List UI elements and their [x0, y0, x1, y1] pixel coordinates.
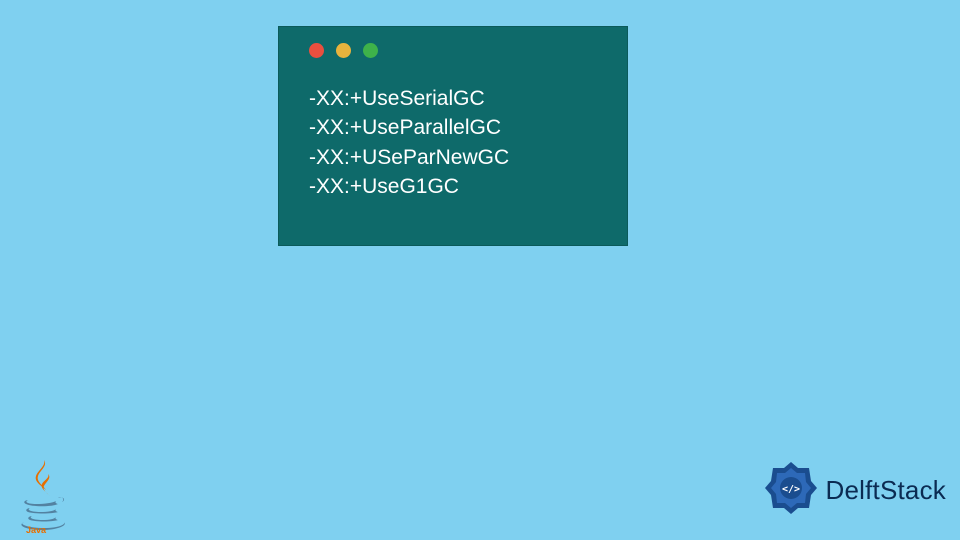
- minimize-icon: [336, 43, 351, 58]
- close-icon: [309, 43, 324, 58]
- delftstack-brand: </> DelftStack: [762, 459, 947, 522]
- code-line: -XX:+USeParNewGC: [309, 143, 627, 172]
- code-line: -XX:+UseParallelGC: [309, 113, 627, 142]
- java-label: Java: [26, 525, 47, 534]
- code-card: -XX:+UseSerialGC -XX:+UseParallelGC -XX:…: [278, 26, 628, 246]
- delftstack-logo-icon: </>: [762, 459, 820, 522]
- svg-text:</>: </>: [781, 484, 799, 495]
- maximize-icon: [363, 43, 378, 58]
- code-line: -XX:+UseG1GC: [309, 172, 627, 201]
- code-block: -XX:+UseSerialGC -XX:+UseParallelGC -XX:…: [279, 66, 627, 202]
- delftstack-label: DelftStack: [826, 475, 947, 506]
- java-logo-icon: Java: [14, 456, 72, 534]
- window-controls: [279, 27, 627, 66]
- code-line: -XX:+UseSerialGC: [309, 84, 627, 113]
